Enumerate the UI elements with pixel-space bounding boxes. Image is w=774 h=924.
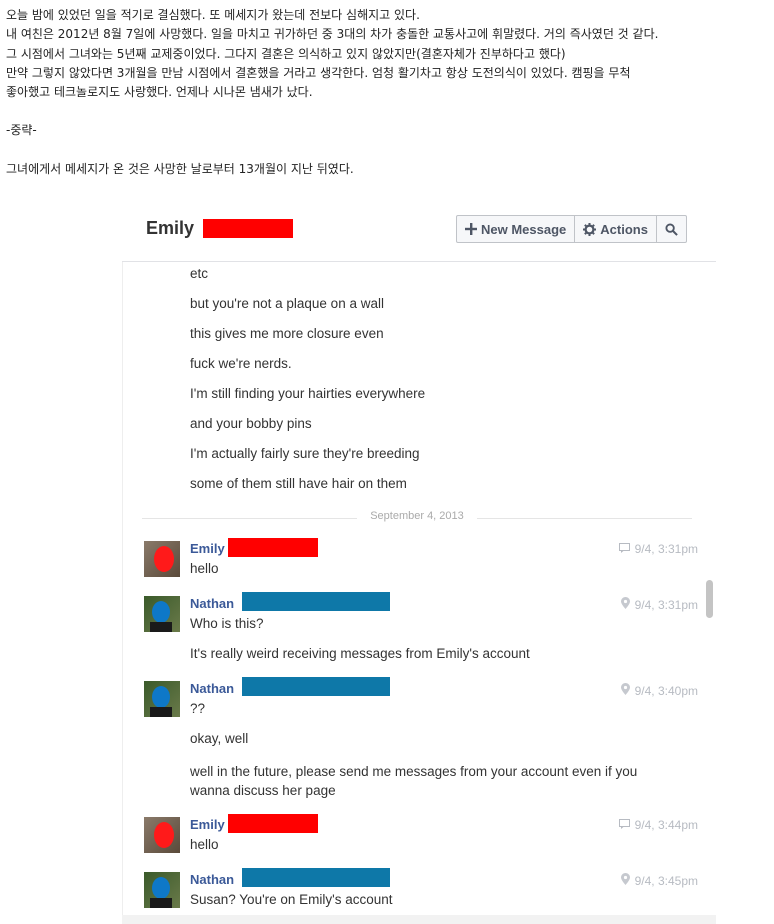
intro-line: 내 여친은 2012년 8월 7일에 사망했다. 일을 마치고 귀가하던 중 3… bbox=[6, 27, 659, 42]
redacted-surname bbox=[242, 592, 390, 611]
composer-edge bbox=[122, 915, 716, 924]
conversation-header: Emily New Message Actions bbox=[122, 203, 716, 262]
message-text: this gives me more closure even bbox=[190, 326, 384, 341]
redacted-surname bbox=[228, 538, 318, 557]
message-text: Who is this? bbox=[190, 616, 264, 631]
location-pin-icon bbox=[620, 683, 630, 698]
avatar[interactable] bbox=[144, 817, 180, 853]
conversation-title: Emily bbox=[146, 218, 195, 238]
header-button-group: New Message Actions bbox=[456, 215, 687, 243]
message-text: okay, well bbox=[190, 731, 249, 746]
sender-name[interactable]: Nathan bbox=[190, 872, 234, 887]
location-pin-icon bbox=[620, 597, 630, 612]
message-text: hello bbox=[190, 561, 219, 576]
sender-name[interactable]: Emily bbox=[190, 541, 225, 556]
scrollbar-thumb[interactable] bbox=[706, 580, 713, 618]
message-text: I'm actually fairly sure they're breedin… bbox=[190, 446, 420, 461]
message-text: fuck we're nerds. bbox=[190, 356, 292, 371]
plus-icon bbox=[465, 223, 477, 235]
message-timestamp: 9/4, 3:31pm bbox=[620, 597, 698, 612]
new-message-button[interactable]: New Message bbox=[457, 216, 576, 242]
intro-closing: 그녀에게서 메세지가 온 것은 사망한 날로부터 13개월이 지난 뒤였다. bbox=[6, 161, 354, 176]
intro-line: 만약 그렇지 않았다면 3개월을 만남 시점에서 결혼했을 거라고 생각한다. … bbox=[6, 65, 631, 80]
message-text: well in the future, please send me messa… bbox=[190, 764, 638, 798]
message-timestamp: 9/4, 3:45pm bbox=[620, 873, 698, 888]
redacted-surname bbox=[242, 677, 390, 696]
gear-icon bbox=[583, 222, 597, 236]
actions-label: Actions bbox=[600, 221, 648, 237]
intro-line: 그 시점에서 그녀와는 5년째 교제중이었다. 그다지 결혼은 의식하고 있지 … bbox=[6, 46, 566, 61]
intro-line: 좋아했고 테크놀로지도 사랑했다. 언제나 시나몬 냄새가 났다. bbox=[6, 85, 313, 100]
redacted-surname bbox=[242, 868, 390, 887]
sender-name[interactable]: Emily bbox=[190, 817, 225, 832]
avatar[interactable] bbox=[144, 681, 180, 717]
message-text: It's really weird receiving messages fro… bbox=[190, 646, 530, 661]
divider-date: September 4, 2013 bbox=[370, 510, 464, 522]
sender-name[interactable]: Nathan bbox=[190, 596, 234, 611]
redacted-surname bbox=[203, 219, 293, 238]
message-timestamp: 9/4, 3:40pm bbox=[620, 683, 698, 698]
intro-text: 오늘 밤에 있었던 일을 적기로 결심했다. 또 메세지가 왔는데 전보다 심해… bbox=[6, 6, 770, 179]
message-text: etc bbox=[190, 266, 209, 281]
intro-omitted: -중략- bbox=[6, 123, 37, 138]
actions-button[interactable]: Actions bbox=[575, 216, 657, 242]
new-message-label: New Message bbox=[481, 221, 567, 237]
intro-line: 오늘 밤에 있었던 일을 적기로 결심했다. 또 메세지가 왔는데 전보다 심해… bbox=[6, 8, 420, 22]
date-divider: September 4, 2013 bbox=[142, 510, 692, 526]
message-list[interactable]: etc but you're not a plaque on a wall th… bbox=[122, 262, 716, 924]
message-text: ?? bbox=[190, 701, 206, 716]
redacted-surname bbox=[228, 814, 318, 833]
message-text: some of them still have hair on them bbox=[190, 476, 407, 491]
message-text: I'm still finding your hairties everywhe… bbox=[190, 386, 426, 401]
search-icon bbox=[665, 222, 678, 236]
chat-bubble-icon bbox=[618, 542, 630, 556]
avatar[interactable] bbox=[144, 596, 180, 632]
chat-bubble-icon bbox=[618, 818, 630, 832]
message-text: Susan? You're on Emily's account bbox=[190, 892, 393, 907]
message-timestamp: 9/4, 3:44pm bbox=[618, 818, 698, 832]
messenger-window: Emily New Message Actions etc but you're… bbox=[122, 203, 716, 924]
avatar[interactable] bbox=[144, 872, 180, 908]
sender-name[interactable]: Nathan bbox=[190, 681, 234, 696]
message-text: and your bobby pins bbox=[190, 416, 312, 431]
message-text: but you're not a plaque on a wall bbox=[190, 296, 384, 311]
search-button[interactable] bbox=[657, 216, 686, 242]
message-timestamp: 9/4, 3:31pm bbox=[618, 542, 698, 556]
location-pin-icon bbox=[620, 873, 630, 888]
avatar[interactable] bbox=[144, 541, 180, 577]
message-text: hello bbox=[190, 837, 219, 852]
